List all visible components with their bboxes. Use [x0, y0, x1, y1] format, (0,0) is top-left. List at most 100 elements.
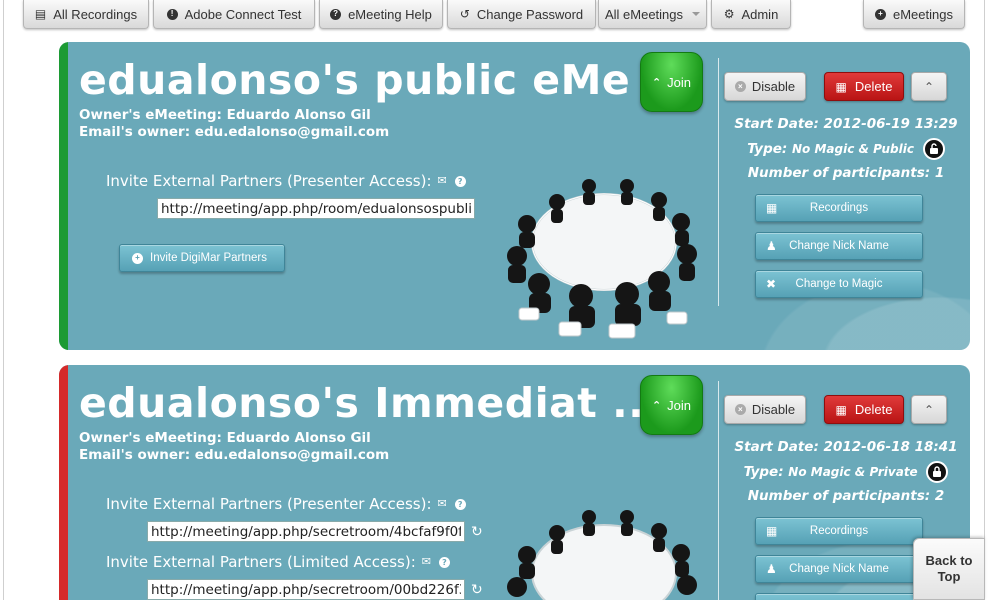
join-label: Join [667, 397, 692, 413]
type-value: No Magic & Private [788, 465, 918, 479]
vertical-divider [718, 381, 719, 600]
disable-button[interactable]: × Disable [724, 395, 806, 424]
change-nick-name-button[interactable]: ♟ Change Nick Name [755, 232, 923, 260]
back-to-top-label: Back to Top [925, 553, 973, 584]
participants-value: 2 [934, 488, 945, 504]
nav-admin-button[interactable]: ⚙ Admin [711, 0, 791, 29]
collapse-button[interactable]: ⌃ [911, 395, 947, 424]
delete-label: Delete [854, 402, 893, 417]
invite-presenter-label: Invite External Partners (Presenter Acce… [106, 495, 432, 513]
invite-digimar-button[interactable]: + Invite DigiMar Partners [119, 244, 285, 272]
lock-icon [926, 461, 949, 483]
refresh-icon[interactable]: ↻ [471, 581, 483, 598]
recordings-button[interactable]: ▦ Recordings [755, 517, 923, 545]
invite-presenter-row: Invite External Partners (Presenter Acce… [106, 495, 466, 513]
alert-icon: ! [166, 8, 178, 20]
delete-button[interactable]: ▦ Delete [824, 72, 904, 101]
page-frame-right [984, 0, 985, 600]
join-button[interactable]: ⌃ Join [640, 375, 703, 435]
start-date-label: Start Date: [734, 439, 819, 455]
presenter-url-input[interactable] [157, 198, 475, 219]
refresh-icon: ↺ [459, 7, 470, 21]
meeting-owner: Owner's eMeeting: Eduardo Alonso Gil [79, 107, 371, 123]
refresh-icon[interactable]: ↻ [471, 523, 483, 540]
status-stripe [59, 365, 68, 600]
start-date-label: Start Date: [734, 116, 819, 132]
close-icon: × [734, 81, 746, 92]
film-icon: ▦ [766, 201, 778, 215]
meeting-card: edualonso's public eMe ... Owner's eMeet… [59, 42, 970, 350]
delete-label: Delete [854, 79, 893, 94]
start-date-line: Start Date: 2012-06-18 18:41 [731, 439, 961, 455]
status-stripe [59, 42, 68, 350]
nav-emeeting-help-button[interactable]: ? eMeeting Help [319, 0, 443, 29]
change-nick-name-label: Change Nick Name [789, 240, 889, 252]
disable-button[interactable]: × Disable [724, 72, 806, 101]
next-action-button[interactable] [755, 593, 923, 600]
chevron-down-icon [692, 12, 701, 16]
type-label: Type: [743, 464, 784, 480]
envelope-icon[interactable]: ✉ [438, 174, 447, 187]
conference-table-illustration [507, 179, 697, 339]
help-icon[interactable]: ? [438, 557, 450, 568]
conference-table-illustration [507, 510, 697, 600]
type-line: Type: No Magic & Public [731, 138, 961, 160]
change-nick-name-button[interactable]: ♟ Change Nick Name [755, 555, 923, 583]
limited-url-input[interactable] [147, 579, 465, 600]
nav-all-recordings-label: All Recordings [53, 6, 138, 22]
collapse-button[interactable]: ⌃ [911, 72, 947, 101]
participants-label: Number of participants: [747, 165, 931, 181]
meeting-owner-email: Email's owner: edu.edalonso@gmail.com [79, 447, 390, 463]
invite-limited-label: Invite External Partners (Limited Access… [106, 553, 416, 571]
change-to-magic-label: Change to Magic [795, 278, 883, 290]
recordings-label: Recordings [809, 525, 869, 537]
presenter-url-input[interactable] [147, 521, 465, 542]
nav-emeetings-label: eMeetings [893, 6, 953, 22]
type-label: Type: [747, 141, 788, 157]
unlock-icon [922, 138, 945, 160]
invite-presenter-row: Invite External Partners (Presenter Acce… [106, 172, 466, 190]
meeting-card: edualonso's Immediat ... Owner's eMeetin… [59, 365, 970, 600]
start-date-value: 2012-06-19 13:29 [823, 116, 958, 132]
participants-label: Number of participants: [747, 488, 931, 504]
nav-all-recordings-button[interactable]: ▤ All Recordings [23, 0, 149, 29]
nav-change-password-button[interactable]: ↺ Change Password [447, 0, 596, 29]
back-to-top-button[interactable]: Back to Top [913, 538, 985, 600]
recordings-button[interactable]: ▦ Recordings [755, 194, 923, 222]
disable-label: Disable [751, 79, 796, 94]
invite-presenter-label: Invite External Partners (Presenter Acce… [106, 172, 432, 190]
change-to-magic-button[interactable]: ✖ Change to Magic [755, 270, 923, 298]
nav-emeetings-button[interactable]: + eMeetings [863, 0, 965, 29]
nav-all-emeetings-dropdown[interactable]: All eMeetings [598, 0, 707, 29]
chevron-up-icon: ⌃ [651, 399, 662, 412]
help-icon[interactable]: ? [454, 176, 466, 187]
chevron-up-icon: ⌃ [651, 76, 662, 89]
nav-change-password-label: Change Password [476, 6, 584, 22]
close-icon: × [734, 404, 746, 415]
start-date-value: 2012-06-18 18:41 [823, 439, 958, 455]
nav-adobe-connect-test-button[interactable]: ! Adobe Connect Test [153, 0, 315, 29]
plus-circle-icon: + [875, 8, 886, 20]
meeting-owner: Owner's eMeeting: Eduardo Alonso Gil [79, 430, 371, 446]
film-icon: ▦ [766, 524, 778, 538]
page-frame-left [3, 0, 4, 600]
invite-limited-row: Invite External Partners (Limited Access… [106, 553, 450, 571]
trash-icon: ▦ [835, 402, 847, 417]
envelope-icon[interactable]: ✉ [438, 497, 447, 510]
recordings-label: Recordings [809, 202, 869, 214]
join-label: Join [667, 74, 692, 90]
join-button[interactable]: ⌃ Join [640, 52, 703, 112]
meeting-title: edualonso's Immediat ... [79, 379, 661, 427]
close-icon: ✖ [766, 277, 777, 291]
list-icon: ▤ [34, 7, 47, 21]
participants-line: Number of participants: 1 [731, 165, 961, 181]
help-icon[interactable]: ? [454, 499, 466, 510]
disable-label: Disable [751, 402, 796, 417]
delete-button[interactable]: ▦ Delete [824, 395, 904, 424]
nav-emeeting-help-label: eMeeting Help [348, 6, 432, 22]
gear-icon: ⚙ [723, 7, 735, 21]
vertical-divider [718, 58, 719, 306]
envelope-icon[interactable]: ✉ [422, 555, 431, 568]
type-value: No Magic & Public [792, 142, 914, 156]
participants-line: Number of participants: 2 [731, 488, 961, 504]
